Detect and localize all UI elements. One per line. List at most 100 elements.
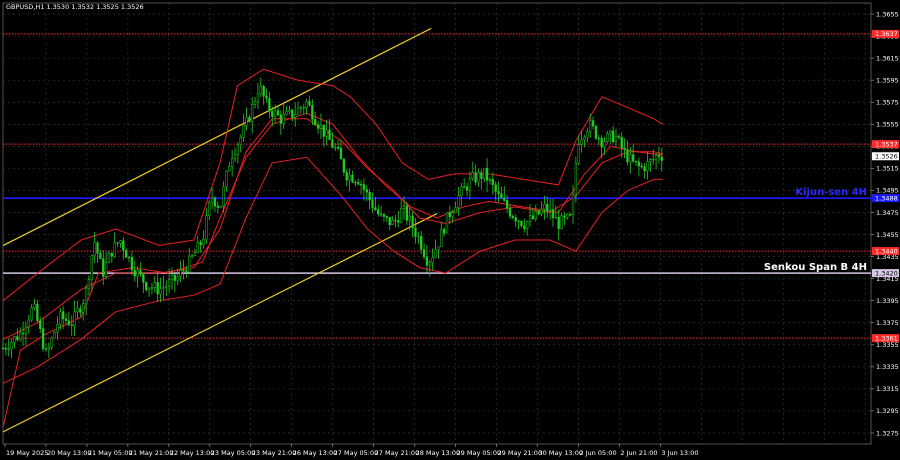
candle-body bbox=[119, 240, 122, 244]
candle-body bbox=[385, 216, 388, 218]
candle-body bbox=[637, 161, 641, 167]
x-tick-label: 27 May 21:00 bbox=[375, 449, 420, 457]
x-tick-label: 19 May 2025 bbox=[6, 449, 48, 457]
x-tick-label: 29 May 05:00 bbox=[457, 449, 502, 457]
level-price-label: 1.3488 bbox=[875, 194, 898, 202]
candle-body bbox=[216, 205, 219, 208]
candle-body bbox=[239, 137, 242, 146]
candle-body bbox=[150, 287, 154, 289]
candle-body bbox=[526, 221, 529, 229]
x-tick-label: 26 May 13:00 bbox=[293, 449, 338, 457]
candle-body bbox=[454, 207, 457, 213]
candle-body bbox=[571, 194, 575, 215]
candle-body bbox=[471, 172, 474, 179]
candle-body bbox=[334, 147, 337, 149]
candle-body bbox=[156, 282, 159, 295]
candle-body bbox=[508, 208, 512, 217]
candle-body bbox=[465, 186, 469, 191]
y-tick-label: 1.3595 bbox=[876, 76, 899, 84]
candle-body bbox=[319, 124, 323, 129]
candle-body bbox=[279, 114, 282, 124]
candle-body bbox=[457, 195, 460, 208]
price-chart: Kijun-sen 4H Senkou Span B 4H 1.3655 1.363… bbox=[0, 0, 900, 460]
x-tick-label: 23 May 05:00 bbox=[211, 449, 256, 457]
candle-body bbox=[445, 212, 449, 234]
x-tick-label: 20 May 13:00 bbox=[47, 449, 92, 457]
candle-body bbox=[99, 253, 102, 259]
level-price-label: 1.3420 bbox=[875, 269, 898, 277]
candle-body bbox=[44, 348, 48, 350]
candle-body bbox=[422, 249, 426, 257]
candle-body bbox=[62, 311, 65, 320]
y-tick-label: 1.3335 bbox=[876, 363, 899, 371]
candle-body bbox=[514, 217, 517, 222]
level-price-label: 1.3440 bbox=[875, 247, 898, 255]
candle-body bbox=[583, 137, 586, 141]
y-tick-label: 1.3375 bbox=[876, 319, 899, 327]
candle-body bbox=[202, 238, 205, 246]
candle-body bbox=[70, 324, 73, 326]
candle-body bbox=[394, 219, 397, 222]
candle-body bbox=[463, 186, 466, 188]
candle-body bbox=[451, 212, 454, 218]
x-tick-label: 28 May 13:00 bbox=[416, 449, 461, 457]
candle-body bbox=[10, 341, 13, 350]
candle-body bbox=[468, 178, 472, 191]
candle-body bbox=[291, 109, 294, 118]
candle-body bbox=[299, 107, 303, 109]
candle-body bbox=[574, 162, 578, 195]
candle-body bbox=[546, 203, 549, 212]
candle-body bbox=[660, 156, 663, 161]
candle-body bbox=[643, 166, 646, 172]
candle-body bbox=[626, 149, 629, 163]
candle-body bbox=[16, 336, 19, 341]
candle-body bbox=[1, 347, 5, 350]
candle-body bbox=[107, 252, 111, 263]
candle-body bbox=[336, 147, 340, 149]
candle-body bbox=[328, 129, 331, 140]
candle-body bbox=[182, 269, 185, 272]
candle-body bbox=[30, 307, 33, 321]
candle-body bbox=[382, 214, 386, 217]
candle-body bbox=[606, 133, 609, 142]
candle-body bbox=[569, 213, 572, 216]
y-tick-label: 1.3315 bbox=[876, 385, 899, 393]
candle-body bbox=[609, 130, 612, 134]
candle-body bbox=[551, 209, 555, 219]
chart-window: Kijun-sen 4H Senkou Span B 4H 1.3655 1.363… bbox=[0, 0, 900, 460]
candle-body bbox=[537, 210, 540, 215]
candle-body bbox=[102, 258, 105, 277]
level-price-label: 1.3361 bbox=[875, 334, 898, 342]
candle-body bbox=[377, 209, 380, 215]
candle-body bbox=[560, 215, 563, 230]
candle-body bbox=[236, 144, 240, 155]
candle-body bbox=[104, 262, 108, 277]
candle-body bbox=[494, 184, 497, 192]
candle-body bbox=[285, 111, 288, 115]
candle-body bbox=[400, 208, 403, 223]
candle-body bbox=[305, 101, 308, 108]
x-tick-label: 22 May 13:00 bbox=[170, 449, 215, 457]
candle-body bbox=[646, 161, 649, 172]
x-tick-label: 21 May 05:00 bbox=[88, 449, 133, 457]
candle-body bbox=[41, 328, 45, 350]
x-tick-label: 29 May 21:00 bbox=[498, 449, 543, 457]
candle-body bbox=[388, 216, 391, 225]
candle-body bbox=[589, 120, 592, 132]
candle-body bbox=[322, 124, 325, 137]
candle-body bbox=[139, 269, 142, 275]
candle-body bbox=[397, 220, 400, 223]
candle-body bbox=[276, 110, 280, 116]
candle-body bbox=[268, 98, 271, 112]
candle-body bbox=[540, 208, 543, 215]
candle-body bbox=[420, 236, 423, 250]
candle-body bbox=[185, 270, 188, 273]
candle-body bbox=[262, 86, 265, 97]
candle-body bbox=[617, 135, 620, 138]
candle-body bbox=[414, 227, 417, 237]
candle-body bbox=[159, 288, 162, 295]
candle-body bbox=[59, 311, 62, 325]
candle-body bbox=[511, 215, 515, 218]
x-tick-label: 23 May 21:00 bbox=[252, 449, 297, 457]
candle-body bbox=[640, 165, 643, 168]
